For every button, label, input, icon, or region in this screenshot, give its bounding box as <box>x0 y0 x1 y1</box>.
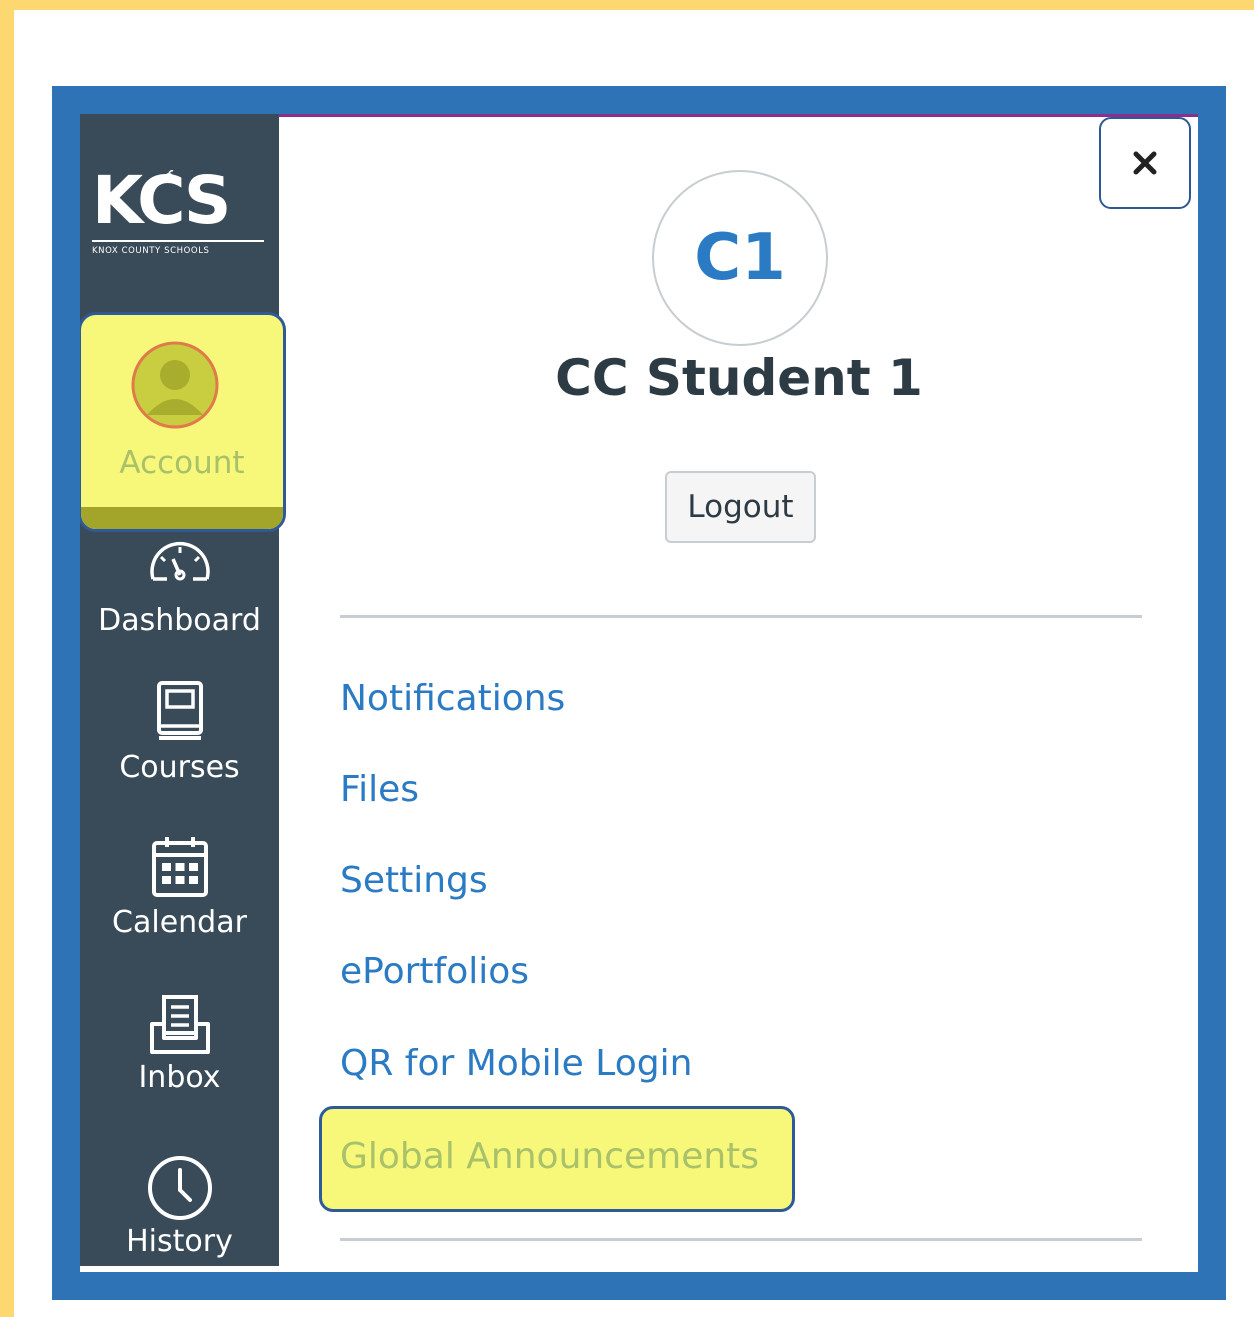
app-window: KCS KNOX COUNTY SCHOOLS Account Dashboar… <box>80 114 1198 1272</box>
sidebar-item-label: Dashboard <box>98 603 261 638</box>
link-eportfolios[interactable]: ePortfolios <box>340 950 529 994</box>
link-files[interactable]: Files <box>340 768 419 812</box>
screenshot-frame: KCS KNOX COUNTY SCHOOLS Account Dashboar… <box>52 86 1226 1300</box>
link-settings[interactable]: Settings <box>340 859 488 903</box>
sidebar-item-label: Inbox <box>138 1060 221 1095</box>
sidebar-item-label: Calendar <box>112 905 247 940</box>
clock-icon <box>147 1156 212 1220</box>
logo-text: KCS <box>92 162 231 239</box>
kcs-logo[interactable]: KCS KNOX COUNTY SCHOOLS <box>92 166 267 266</box>
close-button[interactable] <box>1099 117 1191 209</box>
account-highlight-strip <box>81 507 283 529</box>
calendar-icon <box>151 837 208 897</box>
user-avatar-icon <box>131 341 219 429</box>
page-left-border <box>0 0 14 1317</box>
sidebar-item-calendar[interactable]: Calendar <box>80 835 279 940</box>
page-top-border <box>0 0 1254 10</box>
sidebar-item-history[interactable]: History <box>80 1154 279 1259</box>
sidebar-item-dashboard[interactable]: Dashboard <box>80 537 279 638</box>
logo-divider <box>92 240 264 242</box>
sidebar-item-inbox[interactable]: Inbox <box>80 994 279 1095</box>
user-avatar: C1 <box>652 170 828 346</box>
link-notifications[interactable]: Notifications <box>340 677 565 721</box>
logout-button[interactable]: Logout <box>665 471 816 543</box>
book-icon <box>156 681 203 740</box>
tray-divider-bottom <box>340 1238 1142 1241</box>
sidebar-item-account[interactable]: Account <box>80 312 286 532</box>
link-qr-mobile-login[interactable]: QR for Mobile Login <box>340 1042 692 1086</box>
sidebar-bottom-gap <box>80 1266 279 1272</box>
sidebar-item-label: Account <box>119 445 245 481</box>
inbox-icon <box>149 995 210 1054</box>
sidebar-item-courses[interactable]: Courses <box>80 680 279 785</box>
close-icon <box>1133 151 1157 175</box>
sidebar-item-label: History <box>126 1224 233 1259</box>
speedometer-icon <box>149 541 210 581</box>
user-name: CC Student 1 <box>555 349 923 407</box>
apple-icon <box>164 170 174 183</box>
tray-divider-top <box>340 615 1142 618</box>
logo-subtitle: KNOX COUNTY SCHOOLS <box>92 246 210 256</box>
sidebar-item-label: Courses <box>119 750 240 785</box>
link-global-announcements[interactable]: Global Announcements <box>340 1135 759 1179</box>
